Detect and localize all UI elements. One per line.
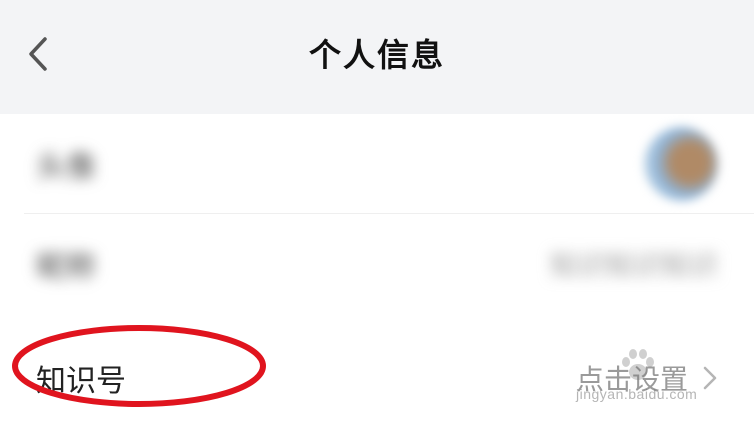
profile-info-list: 头像 昵称 知识知识知识 知识号 点击设置 bbox=[0, 114, 754, 414]
knowledge-id-set-link[interactable]: 点击设置 bbox=[576, 358, 688, 398]
avatar bbox=[644, 127, 718, 201]
navigation-bar: 个人信息 bbox=[0, 0, 754, 114]
avatar-row-label: 头像 bbox=[36, 150, 96, 185]
knowledge-id-row[interactable]: 知识号 点击设置 bbox=[0, 328, 754, 428]
nickname-row-label: 昵称 bbox=[36, 250, 96, 285]
knowledge-id-label: 知识号 bbox=[36, 364, 126, 399]
page-title: 个人信息 bbox=[308, 36, 445, 74]
chevron-right-icon bbox=[703, 366, 717, 390]
nickname-row[interactable]: 昵称 知识知识知识 bbox=[0, 214, 754, 314]
avatar-row[interactable]: 头像 bbox=[0, 114, 754, 214]
nickname-value: 知识知识知识 bbox=[549, 249, 718, 282]
